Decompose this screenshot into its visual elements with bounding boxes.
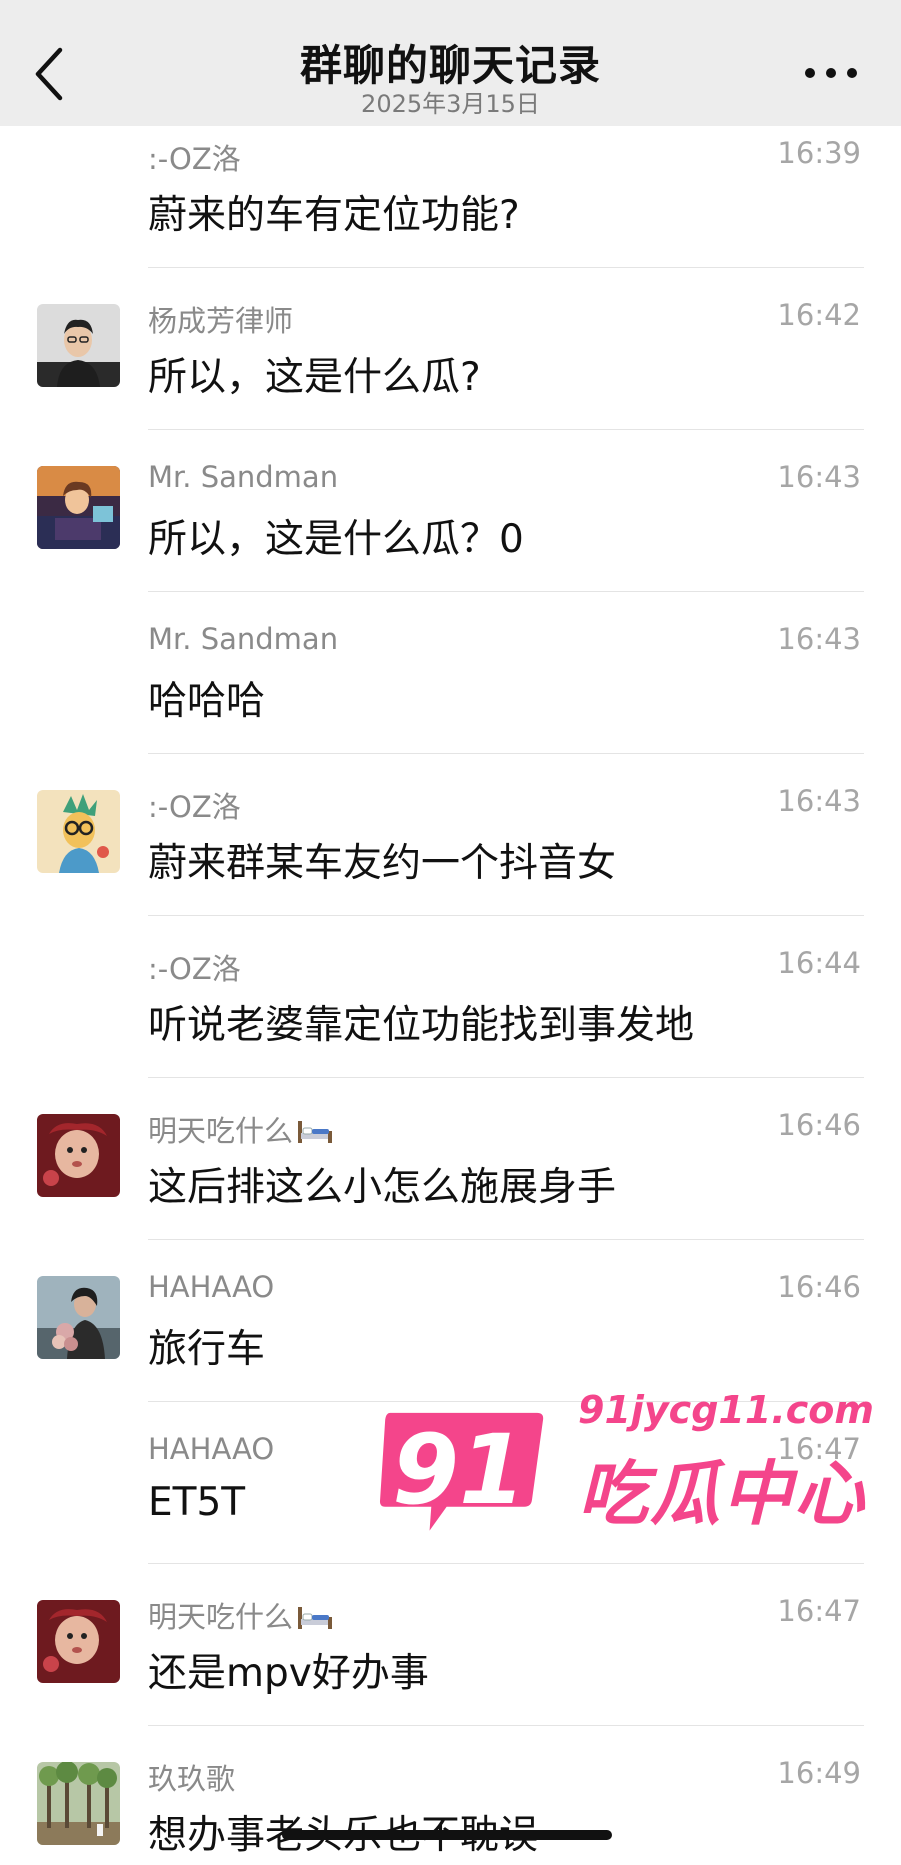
message-row[interactable]: 明天吃什么 16:47 还是mpv好办事 <box>0 1564 901 1726</box>
message-text[interactable]: 旅行车 <box>148 1318 265 1374</box>
message-row[interactable]: :-OZ洛 16:44 听说老婆靠定位功能找到事发地 <box>0 916 901 1078</box>
message-text[interactable]: 还是mpv好办事 <box>148 1642 429 1698</box>
message-time: 16:43 <box>777 460 861 494</box>
sender-name: HAHAAO <box>148 1270 275 1304</box>
avatar[interactable] <box>37 1600 120 1683</box>
sender-name-text: 明天吃什么 <box>148 1600 294 1634</box>
message-row[interactable]: :-OZ洛 16:39 蔚来的车有定位功能? <box>0 126 901 268</box>
message-list[interactable]: :-OZ洛 16:39 蔚来的车有定位功能? 杨成芳律师 16:42 所以，这是… <box>0 126 901 1865</box>
avatar[interactable] <box>37 1762 120 1845</box>
avatar[interactable] <box>37 304 120 387</box>
message-row[interactable]: Mr. Sandman 16:43 所以，这是什么瓜？0 <box>0 430 901 592</box>
message-time: 16:39 <box>777 136 861 170</box>
more-dots-icon <box>805 68 857 78</box>
message-time: 16:42 <box>777 298 861 332</box>
sender-name-text: 明天吃什么 <box>148 1114 294 1148</box>
message-row[interactable]: Mr. Sandman 16:43 哈哈哈 <box>0 592 901 754</box>
home-indicator[interactable] <box>282 1830 612 1840</box>
message-row[interactable]: HAHAAO 16:46 旅行车 <box>0 1240 901 1402</box>
avatar[interactable] <box>37 466 120 549</box>
message-text[interactable]: 这后排这么小怎么施展身手 <box>148 1156 616 1212</box>
avatar[interactable] <box>37 1276 120 1359</box>
message-text[interactable]: 哈哈哈 <box>148 670 265 726</box>
message-time: 16:46 <box>777 1270 861 1304</box>
message-time: 16:47 <box>777 1594 861 1628</box>
message-time: 16:46 <box>777 1108 861 1142</box>
sender-name: 明天吃什么 <box>148 1108 333 1150</box>
message-time: 16:43 <box>777 622 861 656</box>
avatar[interactable] <box>37 790 120 873</box>
sender-name: 明天吃什么 <box>148 1594 333 1636</box>
more-button[interactable] <box>803 58 859 88</box>
sender-name: 杨成芳律师 <box>148 304 294 338</box>
message-text[interactable]: ET5T <box>148 1480 245 1525</box>
sender-name: :-OZ洛 <box>148 790 241 824</box>
message-row[interactable]: 杨成芳律师 16:42 所以，这是什么瓜? <box>0 268 901 430</box>
message-text[interactable]: 蔚来的车有定位功能? <box>148 184 520 240</box>
sender-name: Mr. Sandman <box>148 622 339 656</box>
message-time: 16:43 <box>777 784 861 818</box>
sender-name: :-OZ洛 <box>148 952 241 986</box>
message-row[interactable]: 玖玖歌 16:49 想办事老头乐也不耽误 <box>0 1726 901 1865</box>
sender-name: 玖玖歌 <box>148 1762 236 1796</box>
message-time: 16:44 <box>777 946 861 980</box>
page-date: 2025年3月15日 <box>361 90 540 118</box>
header-bar: 群聊的聊天记录 2025年3月15日 <box>0 0 901 126</box>
message-text[interactable]: 听说老婆靠定位功能找到事发地 <box>148 994 694 1050</box>
message-time: 16:49 <box>777 1756 861 1790</box>
message-row[interactable]: 明天吃什么 16:46 这后排这么小怎么施展身手 <box>0 1078 901 1240</box>
message-text[interactable]: 所以，这是什么瓜？0 <box>148 508 524 564</box>
message-row[interactable]: HAHAAO 16:47 ET5T <box>0 1402 901 1564</box>
message-time: 16:47 <box>777 1432 861 1466</box>
message-text[interactable]: 蔚来群某车友约一个抖音女 <box>148 832 616 888</box>
bed-icon <box>298 1607 333 1629</box>
sender-name: HAHAAO <box>148 1432 275 1466</box>
sender-name: :-OZ洛 <box>148 142 241 176</box>
message-row[interactable]: :-OZ洛 16:43 蔚来群某车友约一个抖音女 <box>0 754 901 916</box>
avatar[interactable] <box>37 1114 120 1197</box>
bed-icon <box>298 1121 333 1143</box>
sender-name: Mr. Sandman <box>148 460 339 494</box>
message-text[interactable]: 所以，这是什么瓜? <box>148 346 481 402</box>
